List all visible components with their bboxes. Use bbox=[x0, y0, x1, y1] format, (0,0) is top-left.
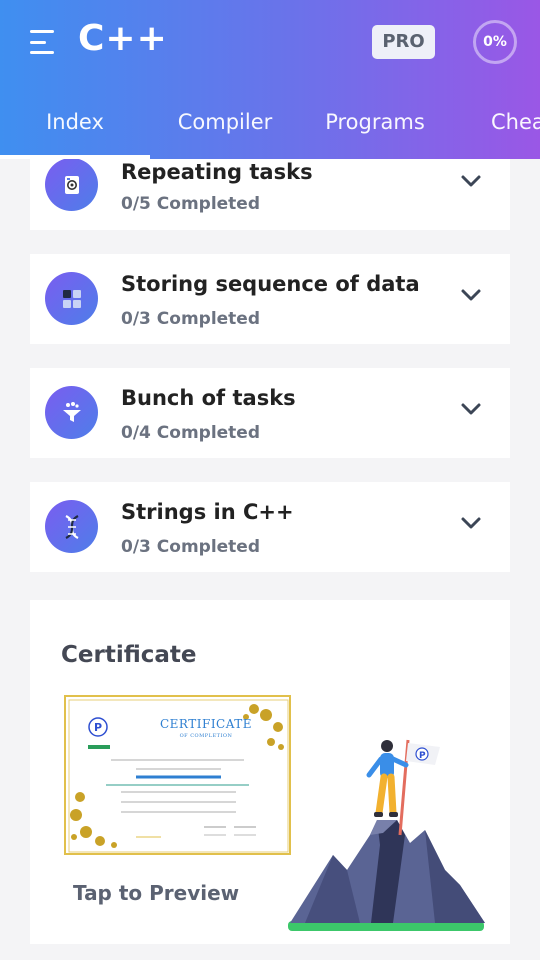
topic-progress: 0/4 Completed bbox=[121, 423, 261, 443]
grid-icon bbox=[45, 272, 98, 325]
tap-to-preview-label[interactable]: Tap to Preview bbox=[73, 881, 239, 905]
topic-title: Strings in C++ bbox=[121, 500, 294, 524]
topic-title: Bunch of tasks bbox=[121, 386, 296, 410]
pro-badge[interactable]: PRO bbox=[372, 25, 435, 59]
chevron-down-icon[interactable] bbox=[456, 166, 486, 196]
topic-progress: 0/3 Completed bbox=[121, 309, 261, 329]
funnel-icon bbox=[45, 386, 98, 439]
chevron-down-icon[interactable] bbox=[456, 394, 486, 424]
tab-index[interactable]: Index bbox=[0, 92, 150, 159]
svg-text:P: P bbox=[94, 721, 102, 734]
topic-progress: 0/3 Completed bbox=[121, 537, 261, 557]
certificate-thumb-subtitle: OF COMPLETION bbox=[179, 733, 233, 739]
tab-compiler[interactable]: Compiler bbox=[150, 92, 300, 159]
certificate-preview-thumbnail[interactable]: P CERTIFICATE OF COMPLETION bbox=[64, 695, 291, 855]
app-header: C++ PRO 0% Index Compiler Programs Chea bbox=[0, 0, 540, 159]
hamburger-menu-icon[interactable] bbox=[30, 30, 56, 54]
topic-progress: 0/5 Completed bbox=[121, 194, 261, 214]
app-title: C++ bbox=[78, 18, 168, 59]
certificate-heading: Certificate bbox=[61, 642, 197, 668]
topic-title: Storing sequence of data bbox=[121, 272, 420, 296]
topic-title: Repeating tasks bbox=[121, 160, 313, 184]
tab-bar: Index Compiler Programs Chea bbox=[0, 92, 540, 159]
svg-text:P: P bbox=[419, 751, 426, 761]
topic-card-strings[interactable]: Strings in C++ 0/3 Completed bbox=[30, 482, 510, 572]
topic-card-storing-sequence[interactable]: Storing sequence of data 0/3 Completed bbox=[30, 254, 510, 344]
tab-programs[interactable]: Programs bbox=[300, 92, 450, 159]
certificate-card[interactable]: Certificate P CERTIFICATE OF COMPLETION … bbox=[30, 600, 510, 944]
mountain-climber-illustration: P bbox=[288, 739, 485, 931]
topic-card-bunch-of-tasks[interactable]: Bunch of tasks 0/4 Completed bbox=[30, 368, 510, 458]
course-progress-indicator[interactable]: 0% bbox=[473, 20, 517, 64]
tab-cheatsheet[interactable]: Chea bbox=[450, 92, 540, 159]
loop-icon bbox=[45, 158, 98, 211]
chevron-down-icon[interactable] bbox=[456, 280, 486, 310]
certificate-thumb-title: CERTIFICATE bbox=[159, 717, 253, 731]
dna-icon bbox=[45, 500, 98, 553]
chevron-down-icon[interactable] bbox=[456, 508, 486, 538]
